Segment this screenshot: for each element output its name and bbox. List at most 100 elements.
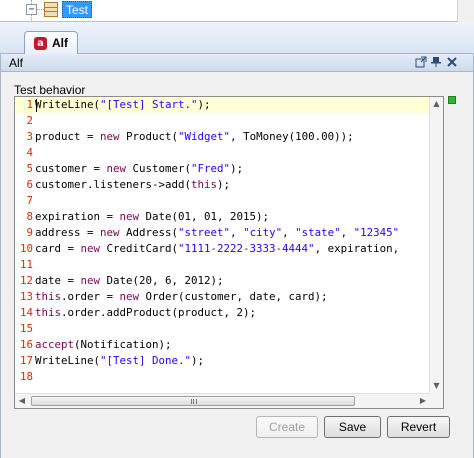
keyword-token: this xyxy=(191,178,218,191)
line-number: 2 xyxy=(26,114,33,127)
code-line[interactable]: 10 card = new CreditCard("1111-2222-3333-… xyxy=(15,241,430,257)
scroll-up-icon[interactable]: ▲ xyxy=(430,97,443,111)
scroll-right-icon[interactable]: ▶ xyxy=(416,394,430,408)
tab-alf[interactable]: a Alf xyxy=(24,31,78,55)
code-token: (Notification); xyxy=(74,338,172,351)
tree-node-test[interactable]: Test xyxy=(62,1,93,18)
keyword-token: new xyxy=(119,290,140,303)
code-area[interactable]: 1 WriteLine("[Test] Start."); 2 3 product = … xyxy=(15,97,430,393)
create-button[interactable]: Create xyxy=(256,416,318,438)
keyword-token: this xyxy=(35,306,62,319)
alf-icon: a xyxy=(34,37,47,50)
code-editor[interactable]: 1 WriteLine("[Test] Start."); 2 3 product = … xyxy=(14,96,444,409)
scroll-down-icon[interactable]: ▼ xyxy=(430,379,443,393)
line-number: 16 xyxy=(19,338,33,351)
tab-label: Alf xyxy=(52,36,68,50)
code-line[interactable]: 3 product = new Product("Widget", ToMoney… xyxy=(15,129,430,145)
code-token: , xyxy=(282,226,296,239)
code-token: customer = xyxy=(35,162,107,175)
code-line[interactable]: 12 date = new Date(20, 6, 2012); xyxy=(15,273,430,289)
code-token: date = xyxy=(35,274,81,287)
code-token: .order = xyxy=(61,290,120,303)
string-token: "[Test] Start." xyxy=(100,98,198,111)
scrollbar-corner xyxy=(429,393,443,408)
keyword-token: new xyxy=(80,274,101,287)
keyword-token: new xyxy=(106,162,127,175)
float-window-icon[interactable] xyxy=(415,56,427,68)
code-token: ); xyxy=(197,98,211,111)
code-line[interactable]: 11 xyxy=(15,257,430,273)
code-token: , ToMoney(100.00)); xyxy=(230,130,354,143)
alf-panel: Alf Test behavior 1 WriteLine("[Test] Sta… xyxy=(0,54,474,458)
horizontal-scroll-thumb[interactable] xyxy=(31,396,355,406)
revert-button[interactable]: Revert xyxy=(387,416,450,438)
tree-expander-icon[interactable]: − xyxy=(26,4,37,15)
code-line[interactable]: 4 xyxy=(15,145,430,161)
line-number: 6 xyxy=(26,178,33,191)
code-line[interactable]: 1 WriteLine("[Test] Start."); xyxy=(15,97,430,113)
string-token: "state" xyxy=(295,226,341,239)
keyword-token: new xyxy=(80,242,101,255)
code-token: customer.listeners->add( xyxy=(35,178,192,191)
line-number: 9 xyxy=(26,226,33,239)
line-number: 11 xyxy=(19,258,33,271)
pin-icon[interactable] xyxy=(430,56,442,68)
code-token: ); xyxy=(217,178,231,191)
horizontal-scrollbar[interactable]: ◀ ▶ xyxy=(15,393,430,408)
string-token: "[Test] Done." xyxy=(100,354,192,367)
code-line[interactable]: 13 this.order = new Order(customer, date,… xyxy=(15,289,430,305)
code-line[interactable]: 14 this.order.addProduct(product, 2); xyxy=(15,305,430,321)
code-token: Order(customer, date, card); xyxy=(139,290,328,303)
keyword-token: new xyxy=(100,130,120,143)
code-token: CreditCard( xyxy=(100,242,179,255)
panel-title: Alf xyxy=(9,56,24,70)
line-number: 1 xyxy=(26,98,33,111)
string-token: "city" xyxy=(243,226,283,239)
string-token: "1111-2222-3333-4444" xyxy=(178,242,315,255)
string-token: "street" xyxy=(178,226,231,239)
code-token: , xyxy=(340,226,354,239)
line-number: 12 xyxy=(19,274,33,287)
scroll-left-icon[interactable]: ◀ xyxy=(15,394,29,408)
code-token: ); xyxy=(191,354,205,367)
vertical-scrollbar[interactable]: ▲ ▼ xyxy=(429,97,443,393)
code-line[interactable]: 7 xyxy=(15,193,430,209)
code-line[interactable]: 5 customer = new Customer("Fred"); xyxy=(15,161,430,177)
line-number: 14 xyxy=(19,306,33,319)
string-token: "Fred" xyxy=(191,162,231,175)
code-line[interactable]: 6 customer.listeners->add(this); xyxy=(15,177,430,193)
code-token: WriteLine( xyxy=(35,354,101,367)
string-token: "12345" xyxy=(353,226,400,239)
keyword-token: this xyxy=(35,290,62,303)
line-number: 15 xyxy=(19,322,33,335)
tab-bar: a Alf xyxy=(0,22,474,55)
save-button[interactable]: Save xyxy=(324,416,381,438)
section-label: Test behavior xyxy=(14,83,86,97)
code-line[interactable]: 2 xyxy=(15,113,430,129)
code-line[interactable]: 15 xyxy=(15,321,430,337)
line-number: 7 xyxy=(26,194,33,207)
close-icon[interactable] xyxy=(446,56,458,68)
code-line[interactable]: 9 address = new Address("street", "city",… xyxy=(15,225,430,241)
keyword-token: accept xyxy=(35,338,75,351)
line-number: 10 xyxy=(19,242,33,255)
line-number: 17 xyxy=(19,354,33,367)
tree-connector xyxy=(37,9,44,10)
code-line[interactable]: 17 WriteLine("[Test] Done."); xyxy=(15,353,430,369)
code-token: .order.addProduct(product, 2); xyxy=(61,306,257,319)
tree-scrollbar[interactable] xyxy=(457,0,474,22)
code-token: address = xyxy=(35,226,101,239)
code-line[interactable]: 8 expiration = new Date(01, 01, 2015); xyxy=(15,209,430,225)
line-number: 3 xyxy=(26,130,33,143)
class-icon xyxy=(44,2,58,17)
string-token: "Widget" xyxy=(178,130,231,143)
line-number: 8 xyxy=(26,210,33,223)
code-line[interactable]: 16 accept(Notification); xyxy=(15,337,430,353)
line-number: 4 xyxy=(26,146,33,159)
code-token: Address( xyxy=(119,226,179,239)
code-token: WriteLine( xyxy=(35,98,101,111)
code-line[interactable]: 18 xyxy=(15,369,430,385)
keyword-token: new xyxy=(100,226,120,239)
code-token: ); xyxy=(230,162,244,175)
line-number: 18 xyxy=(19,370,33,383)
